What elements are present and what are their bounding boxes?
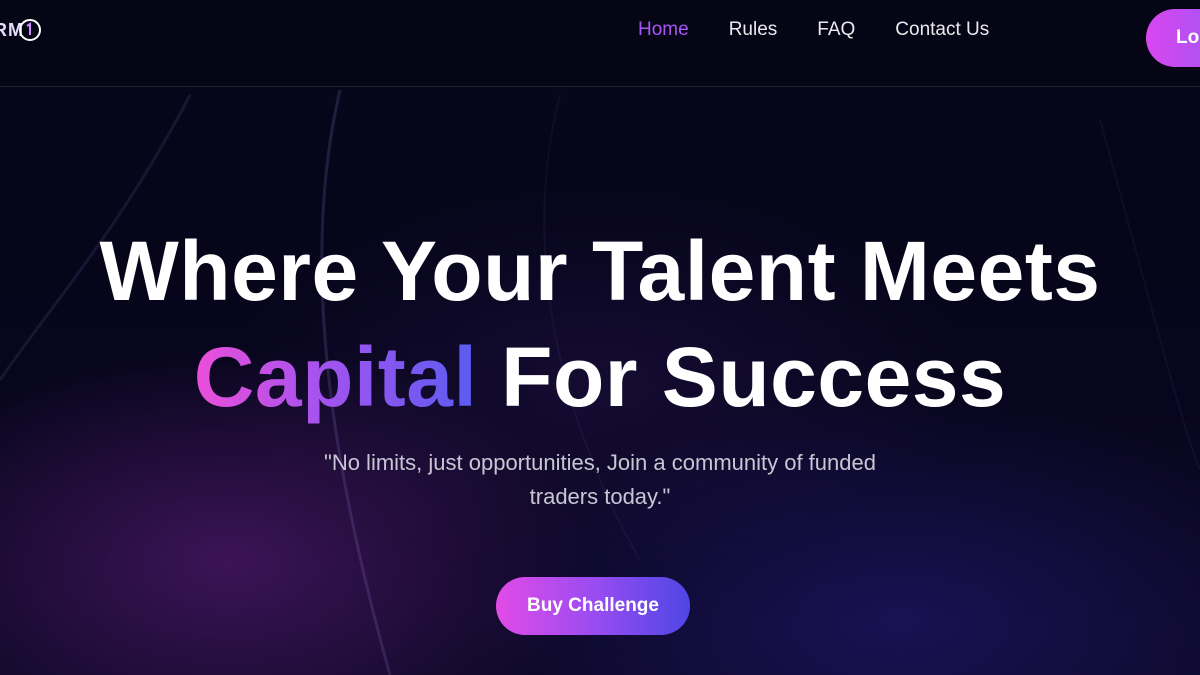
nav-link-contact-us[interactable]: Contact Us xyxy=(895,18,989,42)
login-button[interactable]: Lo xyxy=(1146,9,1200,67)
buy-challenge-button[interactable]: Buy Challenge xyxy=(496,577,690,635)
brand-logo[interactable]: RM xyxy=(0,14,42,46)
hero-title-line-1: Where Your Talent Meets xyxy=(99,224,1101,318)
logo-ring-icon xyxy=(19,19,41,41)
top-navbar: RM Home Rules FAQ Contact Us Lo xyxy=(0,0,1200,87)
nav-link-rules[interactable]: Rules xyxy=(729,18,778,42)
hero-title: Where Your Talent Meets Capital For Succ… xyxy=(0,218,1200,430)
main-navigation: Home Rules FAQ Contact Us xyxy=(638,18,989,42)
hero-title-highlight: Capital xyxy=(193,330,478,424)
hero-title-line-2-rest: For Success xyxy=(477,330,1007,424)
nav-link-home[interactable]: Home xyxy=(638,18,689,42)
hero-title-line-2: Capital For Success xyxy=(0,324,1200,430)
hero-subtitle: "No limits, just opportunities, Join a c… xyxy=(324,450,876,509)
nav-link-faq[interactable]: FAQ xyxy=(817,18,855,42)
landing-page: RM Home Rules FAQ Contact Us Lo Where Yo… xyxy=(0,0,1200,675)
